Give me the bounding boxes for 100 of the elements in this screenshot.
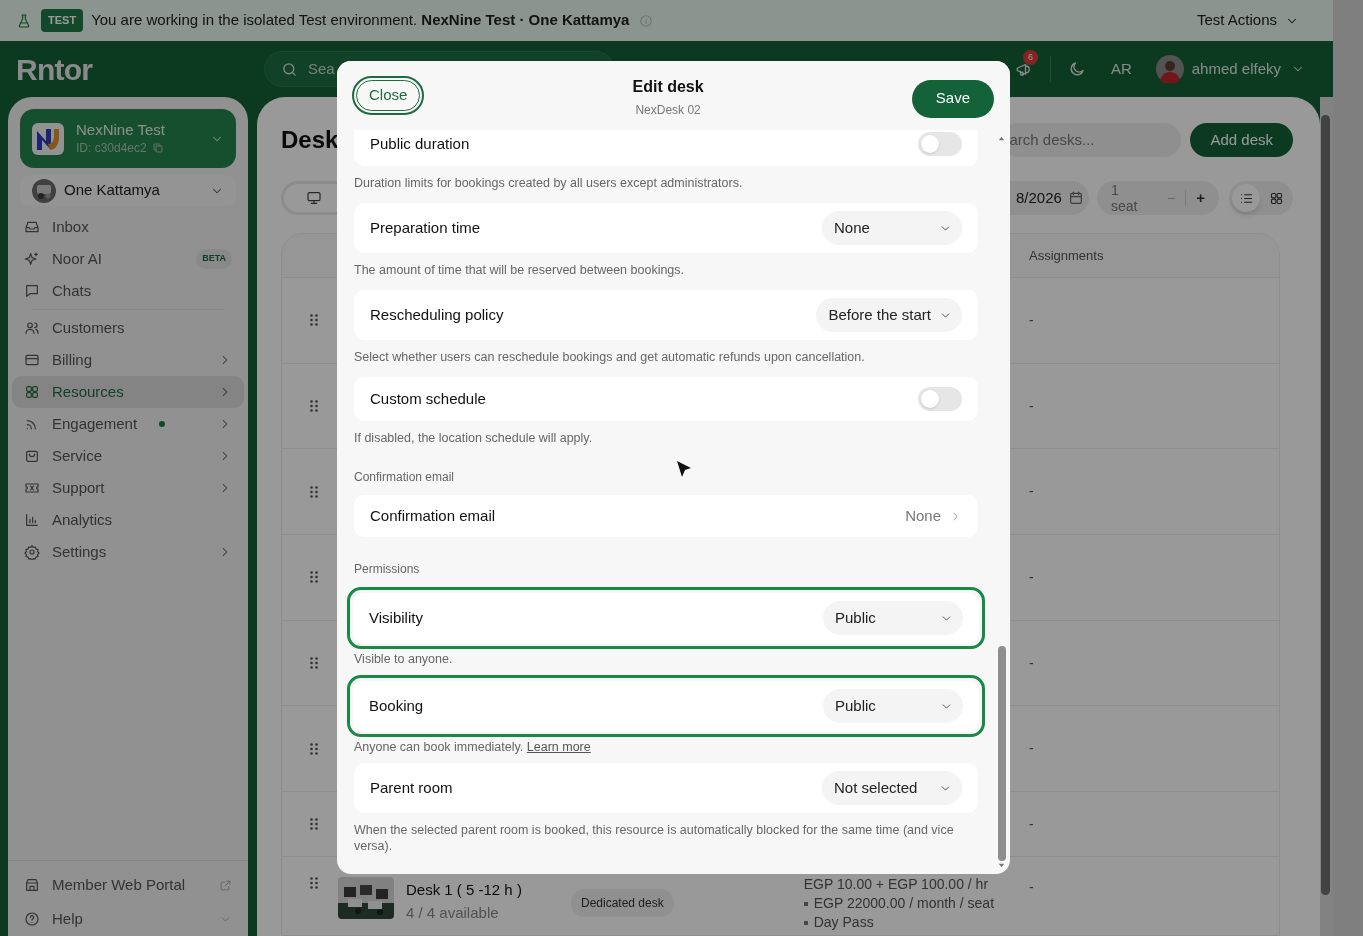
table-cell-text: - [1029, 482, 1034, 502]
test-badge: TEST [41, 9, 84, 32]
increment-button[interactable]: + [1192, 186, 1209, 210]
setting-label: Booking [369, 695, 424, 716]
inbox-icon [24, 219, 40, 235]
dialog-title: Edit desk [632, 76, 704, 97]
column-header: Assignments [1029, 246, 1104, 265]
nav-item[interactable]: Support [12, 472, 244, 504]
select-field[interactable]: None [822, 211, 962, 245]
help-icon [24, 911, 40, 927]
table-cell-text: - [1029, 739, 1034, 759]
external-link-icon [219, 878, 232, 892]
drag-handle-icon[interactable] [310, 818, 318, 831]
save-button[interactable]: Save [911, 79, 994, 118]
setting-description: The amount of time that will be reserved between bookings. [354, 262, 686, 278]
chat-icon [24, 283, 40, 299]
drag-handle-icon[interactable] [310, 314, 318, 327]
organization-switcher[interactable]: NexNine Test ID: c30d4ec2 [20, 109, 236, 168]
close-button[interactable]: Close [352, 76, 425, 115]
seat-stepper[interactable]: 1 seat − + [1097, 181, 1219, 215]
price-text: Day Pass [813, 913, 874, 933]
nav-item[interactable]: Noor AI BETA [12, 243, 244, 275]
bullet-icon [803, 901, 808, 906]
table-cell-text: - [1029, 814, 1034, 834]
setting-label: Preparation time [370, 217, 481, 238]
table-cell-text: - [1029, 653, 1034, 673]
table-cell-text: - [1029, 310, 1034, 330]
table-cell-text: - [1029, 878, 1034, 898]
nav-item[interactable]: Service [12, 440, 244, 472]
nav-item[interactable]: Billing [12, 344, 244, 376]
page-title: Desk [281, 125, 339, 155]
desk-name: Desk 1 ( 5 -12 h ) [406, 880, 523, 901]
table-cell-text: - [1029, 396, 1034, 416]
setting-description: When the selected parent room is booked, this resource is automatically blocked for the same time (and vice versa). [354, 822, 955, 854]
nav-item[interactable]: Engagement [12, 408, 244, 440]
setting-description: Anyone can book immediately. Learn more [354, 739, 592, 755]
learn-more-link[interactable]: Learn more [526, 740, 591, 754]
flask-icon [16, 12, 32, 29]
logo: Rntor [16, 51, 94, 88]
seat-count: 1 [1111, 182, 1120, 198]
select-field[interactable]: Before the start [816, 298, 962, 332]
nav-item[interactable]: Settings [12, 536, 244, 568]
section-heading: Permissions [354, 562, 421, 576]
setting-label: Public duration [370, 133, 470, 154]
drag-handle-icon[interactable] [310, 657, 318, 670]
section-heading: Confirmation email [354, 470, 456, 484]
help-menu[interactable]: Help [20, 902, 236, 936]
setting-row[interactable]: Confirmation email None [354, 495, 978, 537]
toggle-switch[interactable] [918, 132, 962, 156]
select-field[interactable]: Public [823, 601, 963, 635]
dialog-scrollbar[interactable] [997, 646, 1006, 861]
list-view-button[interactable] [1232, 184, 1260, 212]
language-button[interactable]: AR [1110, 57, 1132, 81]
nav-item[interactable]: Resources [12, 376, 244, 408]
drag-handle-icon[interactable] [310, 877, 318, 890]
price-text: EGP 22000.00 / month / seat [813, 894, 995, 914]
setting-description: Duration limits for bookings created by all users except administrators. [354, 175, 744, 191]
card-icon [24, 352, 40, 368]
location-name: One Kattamya [64, 180, 160, 201]
setting-label: Rescheduling policy [370, 304, 504, 325]
select-field[interactable]: Not selected [822, 771, 962, 805]
setting-label: Visibility [369, 607, 423, 628]
users-icon [24, 320, 40, 336]
sparkle-icon [24, 251, 40, 267]
toggle-switch[interactable] [918, 387, 962, 411]
table-cell-text: - [1029, 567, 1034, 587]
monitor-icon [306, 190, 322, 206]
price-text: EGP 10.00 + EGP 100.00 / hr [803, 875, 989, 895]
test-actions-button[interactable]: Test Actions [1196, 9, 1299, 32]
dialog-subtitle: NexDesk 02 [635, 101, 701, 119]
nav-item[interactable]: Inbox [12, 211, 244, 243]
drag-handle-icon[interactable] [310, 742, 318, 755]
bar-chart-icon [24, 512, 40, 528]
organization-id: ID: c30d4ec2 [76, 139, 147, 157]
drag-handle-icon[interactable] [310, 571, 318, 584]
calendar-icon [1067, 190, 1084, 206]
beta-badge: BETA [196, 249, 232, 269]
setting-description: Select whether users can reschedule bookings and get automatic refunds upon cancellation. [354, 349, 866, 365]
organization-logo [32, 122, 64, 155]
scroll-up-icon[interactable] [997, 134, 1006, 143]
organization-name: NexNine Test [76, 120, 165, 139]
page-scrollbar[interactable] [1321, 115, 1330, 895]
environment-message: You are working in the isolated Test environment. NexNine Test · One Kattamya [91, 10, 630, 31]
drag-handle-icon[interactable] [310, 485, 318, 498]
ticket-icon [24, 480, 40, 496]
type-tag: Dedicated desk [571, 889, 674, 918]
bullet-icon [803, 920, 808, 925]
grid-icon [1268, 190, 1284, 206]
nav-item[interactable]: Chats [12, 275, 244, 307]
member-portal-link[interactable]: Member Web Portal [20, 868, 236, 902]
search-icon [281, 60, 298, 78]
info-icon [639, 13, 654, 28]
drag-handle-icon[interactable] [310, 400, 318, 413]
add-desk-button[interactable]: Add desk [1190, 123, 1293, 157]
nav-item[interactable]: Customers [12, 312, 244, 344]
nav-item[interactable]: Analytics [12, 504, 244, 536]
select-field[interactable]: Public [823, 689, 963, 723]
setting-description: Visible to anyone. [354, 651, 454, 667]
user-menu-button[interactable]: ahmed elfeky [1191, 57, 1305, 81]
seat-unit: seat [1111, 198, 1138, 214]
